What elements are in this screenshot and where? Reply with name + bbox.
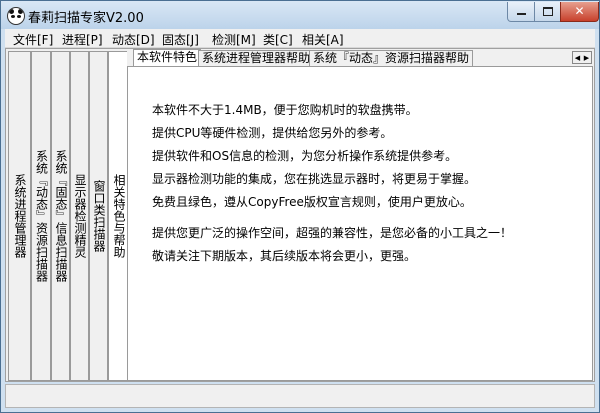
- side-tab-static-scanner[interactable]: 系统『固态』信息扫描器: [51, 51, 70, 381]
- content-line: 本软件不大于1.4MB，便于您购机时的软盘携带。: [152, 103, 418, 117]
- content-line: 免费且绿色，遵从CopyFree版权宣言规则，使用户更放心。: [152, 195, 472, 209]
- tab-scroll-arrows-icon[interactable]: ◀ ▶: [572, 51, 592, 64]
- status-bar: [5, 384, 595, 408]
- title-bar[interactable]: 春莉扫描专家V2.00 ✕: [1, 1, 599, 29]
- content-line: 提供软件和OS信息的检测，为您分析操作系统提供参考。: [152, 149, 458, 163]
- content-line: 显示器检测功能的集成，您在挑选显示器时，将更易于掌握。: [152, 172, 477, 186]
- client-area: 系统进程管理器 系统『动态』资源扫描器 系统『固态』信息扫描器 显示器检测精灵 …: [5, 48, 595, 382]
- content-line: 提供您更广泛的操作空间，超强的兼容性，是您必备的小工具之一！: [152, 226, 513, 240]
- close-button[interactable]: ✕: [560, 2, 599, 22]
- scroll-right-icon[interactable]: ▶: [584, 54, 589, 62]
- side-tab-monitor-detector[interactable]: 显示器检测精灵: [70, 51, 89, 381]
- menu-class[interactable]: 类[C]: [263, 31, 293, 48]
- side-tab-features-help[interactable]: 相关特色与帮助: [108, 51, 128, 381]
- side-tab-window-scanner[interactable]: 窗口类扫描器: [89, 51, 108, 381]
- window-title: 春莉扫描专家V2.00: [28, 11, 144, 26]
- scroll-left-icon[interactable]: ◀: [575, 54, 580, 62]
- menu-file[interactable]: 文件[F]: [13, 31, 53, 48]
- maximize-button[interactable]: [534, 2, 561, 22]
- tab-process-manager-help[interactable]: 系统进程管理器帮助: [198, 50, 315, 66]
- content-line: 敬请关注下期版本，其后续版本将会更小，更强。: [152, 249, 417, 263]
- menu-bar: 文件[F] 进程[P] 动态[D] 固态[J] 检测[M] 类[C] 相关[A]: [5, 29, 595, 48]
- menu-detect[interactable]: 检测[M]: [212, 31, 256, 48]
- side-tab-dynamic-scanner[interactable]: 系统『动态』资源扫描器: [31, 51, 51, 381]
- maximize-icon: [543, 7, 553, 16]
- minimize-icon: [517, 13, 526, 15]
- menu-related[interactable]: 相关[A]: [302, 31, 344, 48]
- tab-dynamic-scanner-help[interactable]: 系统『动态』资源扫描器帮助: [309, 50, 474, 66]
- close-icon: ✕: [574, 4, 585, 18]
- top-tab-strip: 本软件特色 系统进程管理器帮助 系统『动态』资源扫描器帮助 ◀ ▶: [127, 49, 593, 66]
- panda-icon[interactable]: [7, 7, 25, 25]
- menu-static[interactable]: 固态[J]: [162, 31, 199, 48]
- app-window: 春莉扫描专家V2.00 ✕ 文件[F] 进程[P] 动态[D] 固态[J] 检测…: [0, 0, 600, 413]
- side-tab-process-manager[interactable]: 系统进程管理器: [8, 51, 31, 381]
- tab-features[interactable]: 本软件特色: [133, 49, 202, 66]
- minimize-button[interactable]: [507, 2, 535, 22]
- content-panel: 本软件不大于1.4MB，便于您购机时的软盘携带。 提供CPU等硬件检测，提供给您…: [127, 66, 593, 381]
- content-line: 提供CPU等硬件检测，提供给您另外的参考。: [152, 126, 393, 140]
- menu-process[interactable]: 进程[P]: [62, 31, 103, 48]
- menu-dynamic[interactable]: 动态[D]: [112, 31, 155, 48]
